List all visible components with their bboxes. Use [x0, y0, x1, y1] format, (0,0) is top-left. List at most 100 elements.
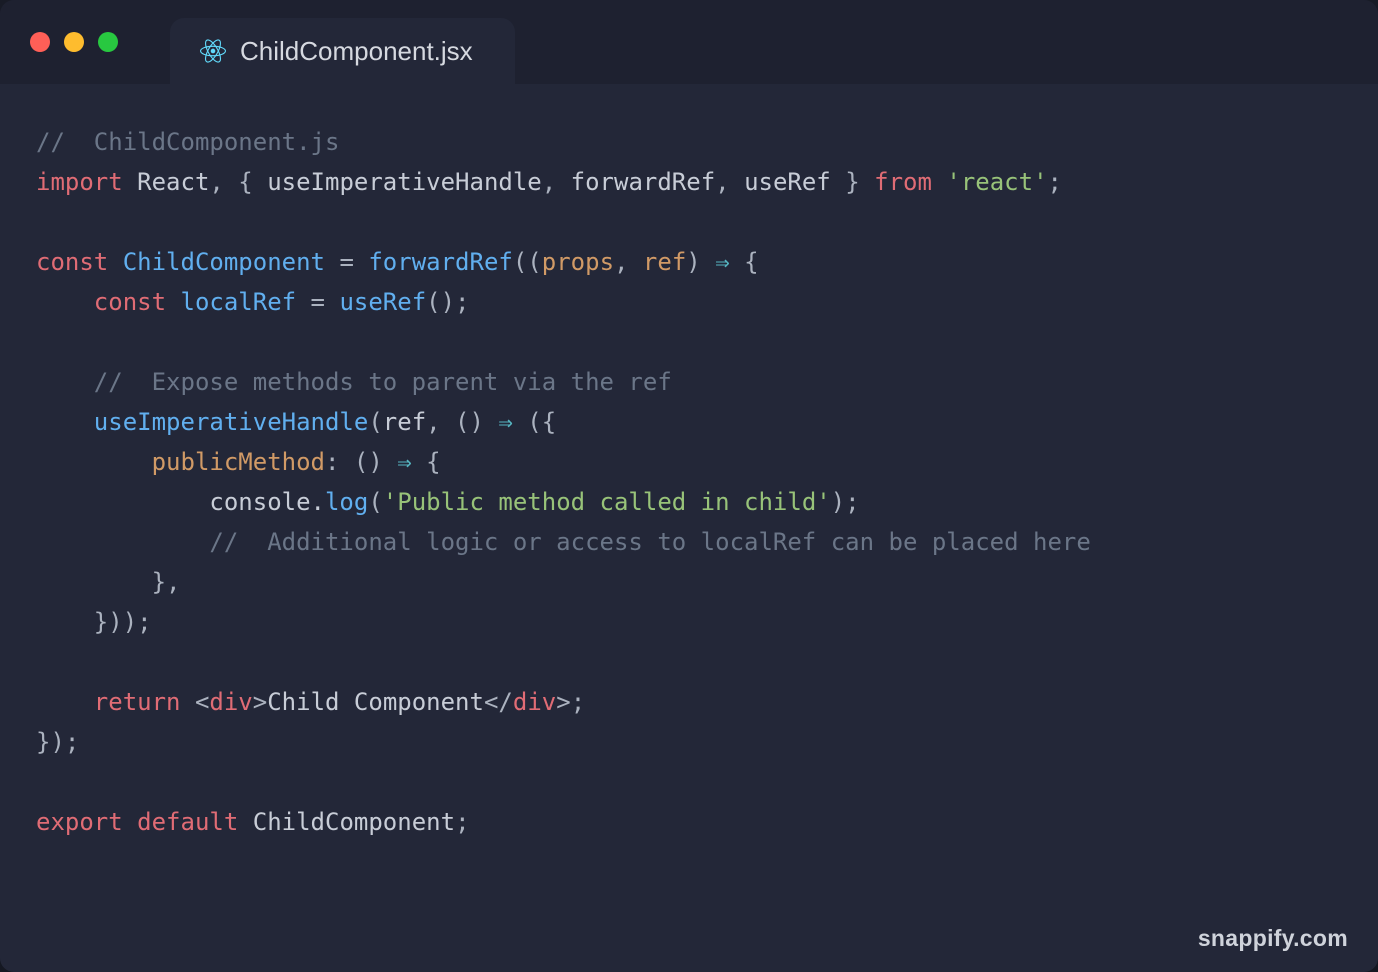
code-token: React	[123, 168, 210, 196]
code-line: // Expose methods to parent via the ref	[36, 362, 1342, 402]
watermark-label: snappify.com	[1198, 925, 1348, 952]
code-token: ⇒	[397, 448, 411, 476]
code-token: , {	[209, 168, 267, 196]
code-token: </	[484, 688, 513, 716]
code-token: )	[686, 248, 715, 276]
code-line: export default ChildComponent;	[36, 802, 1342, 842]
code-token: >	[556, 688, 570, 716]
code-token	[36, 288, 94, 316]
code-token: publicMethod	[152, 448, 325, 476]
code-token: const	[36, 248, 108, 276]
file-tab[interactable]: ChildComponent.jsx	[170, 18, 515, 84]
code-token: useRef	[339, 288, 426, 316]
react-icon	[200, 38, 226, 64]
code-token: export	[36, 808, 123, 836]
code-line: import React, { useImperativeHandle, for…	[36, 162, 1342, 202]
code-token: ChildComponent	[123, 248, 325, 276]
code-token: });	[36, 728, 79, 756]
code-token	[36, 368, 94, 396]
code-line	[36, 322, 1342, 362]
code-line: }));	[36, 602, 1342, 642]
code-token: {	[730, 248, 759, 276]
code-token: }));	[94, 608, 152, 636]
code-token: ref	[643, 248, 686, 276]
code-token: =	[311, 288, 325, 316]
code-token: );	[831, 488, 860, 516]
close-icon[interactable]	[30, 32, 50, 52]
code-token: return	[94, 688, 181, 716]
editor-window: ChildComponent.jsx // ChildComponent.js i…	[0, 0, 1378, 972]
tab-title: ChildComponent.jsx	[240, 36, 473, 67]
code-token	[36, 568, 152, 596]
code-token: ⇒	[715, 248, 729, 276]
code-token: , ()	[426, 408, 498, 436]
titlebar: ChildComponent.jsx	[0, 0, 1378, 84]
code-token	[123, 808, 137, 836]
code-token: useImperativeHandle	[267, 168, 542, 196]
code-token: from	[874, 168, 932, 196]
code-line: // Additional logic or access to localRe…	[36, 522, 1342, 562]
code-token: forwardRef	[571, 168, 716, 196]
code-token	[166, 288, 180, 316]
code-token: =	[339, 248, 353, 276]
code-token: // ChildComponent.js	[36, 128, 339, 156]
code-line: console.log('Public method called in chi…	[36, 482, 1342, 522]
code-token: (	[368, 408, 382, 436]
code-token	[932, 168, 946, 196]
code-token	[36, 608, 94, 636]
code-token: useRef	[744, 168, 831, 196]
code-token	[108, 248, 122, 276]
code-token	[36, 408, 94, 436]
code-line	[36, 762, 1342, 802]
code-token: import	[36, 168, 123, 196]
code-line: publicMethod: () ⇒ {	[36, 442, 1342, 482]
code-line: });	[36, 722, 1342, 762]
code-token: // Additional logic or access to localRe…	[209, 528, 1090, 556]
code-token: : ()	[325, 448, 397, 476]
code-token: ;	[455, 808, 469, 836]
code-line: useImperativeHandle(ref, () ⇒ ({	[36, 402, 1342, 442]
code-line	[36, 642, 1342, 682]
code-token: ChildComponent	[238, 808, 455, 836]
code-token	[181, 688, 195, 716]
minimize-icon[interactable]	[64, 32, 84, 52]
code-token: ();	[426, 288, 469, 316]
code-token: localRef	[181, 288, 297, 316]
code-token: ;	[1048, 168, 1062, 196]
code-token	[325, 288, 339, 316]
code-token: {	[412, 448, 441, 476]
code-token	[36, 688, 94, 716]
code-token: ({	[513, 408, 556, 436]
code-token: ,	[614, 248, 643, 276]
code-token: },	[152, 568, 181, 596]
code-token: div	[513, 688, 556, 716]
code-token: Child Component	[267, 688, 484, 716]
code-token	[36, 528, 209, 556]
code-token: ref	[383, 408, 426, 436]
code-token	[296, 288, 310, 316]
code-token: ;	[571, 688, 585, 716]
code-token: ,	[715, 168, 744, 196]
code-token: // Expose methods to parent via the ref	[94, 368, 672, 396]
code-token: }	[831, 168, 874, 196]
code-token: <	[195, 688, 209, 716]
code-token: props	[542, 248, 614, 276]
code-token: log	[325, 488, 368, 516]
code-token: div	[209, 688, 252, 716]
code-token: useImperativeHandle	[94, 408, 369, 436]
code-line	[36, 202, 1342, 242]
maximize-icon[interactable]	[98, 32, 118, 52]
code-line: const ChildComponent = forwardRef((props…	[36, 242, 1342, 282]
code-token: 'Public method called in child'	[383, 488, 831, 516]
code-token: forwardRef	[368, 248, 513, 276]
code-editor[interactable]: // ChildComponent.js import React, { useI…	[0, 84, 1378, 972]
code-token: const	[94, 288, 166, 316]
code-token: (	[368, 488, 382, 516]
code-token	[36, 448, 152, 476]
code-token: >	[253, 688, 267, 716]
code-line: },	[36, 562, 1342, 602]
code-token: ,	[542, 168, 571, 196]
code-token: default	[137, 808, 238, 836]
code-token: ⇒	[498, 408, 512, 436]
code-line: return <div>Child Component</div>;	[36, 682, 1342, 722]
